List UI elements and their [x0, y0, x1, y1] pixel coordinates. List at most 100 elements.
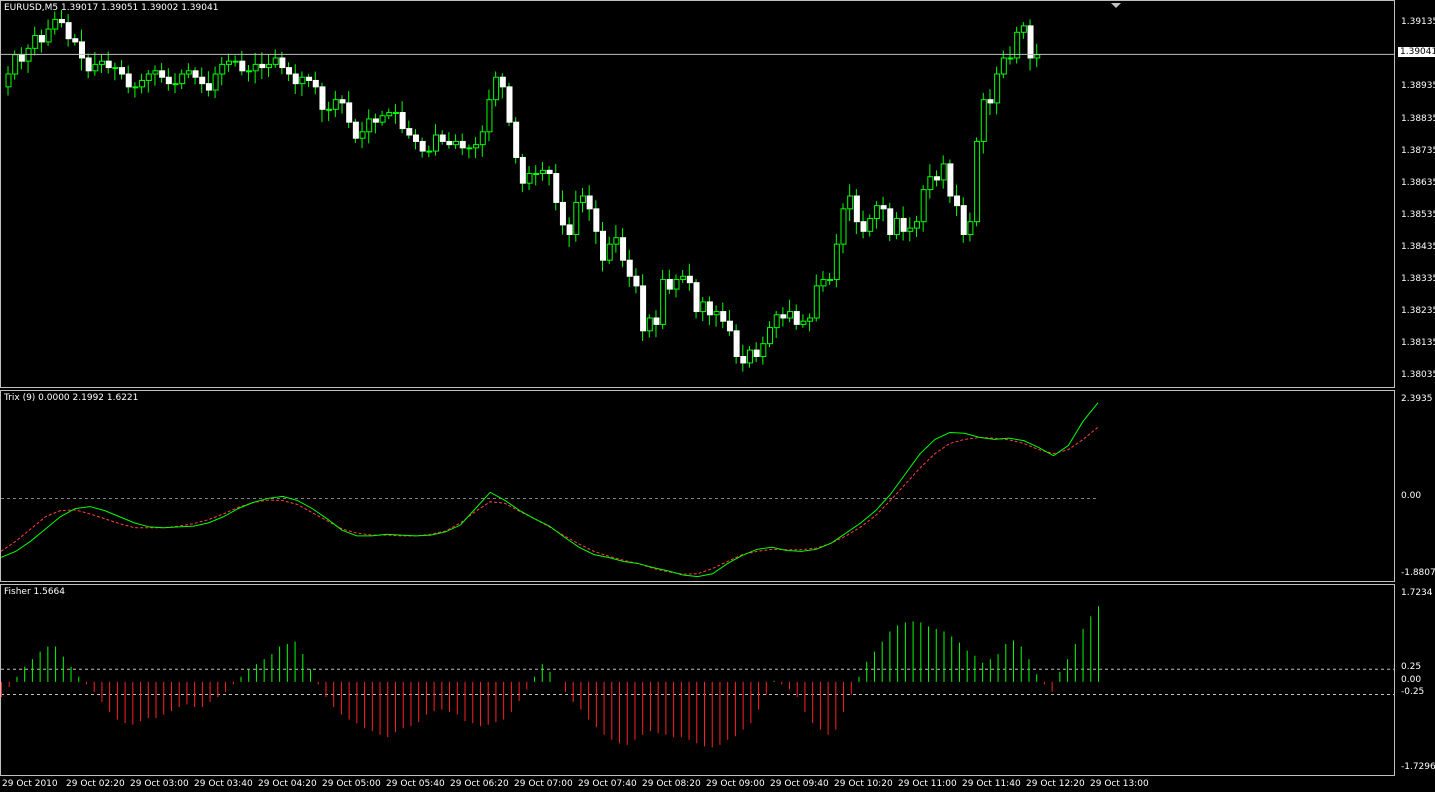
candle-body [960, 205, 967, 236]
candle-body [78, 41, 85, 59]
candle-body [286, 67, 293, 75]
candle-body [566, 224, 573, 236]
candle-body [847, 195, 854, 210]
fisher-indicator-pane[interactable]: Fisher 1.5664 [0, 584, 1395, 776]
candle-body [219, 63, 226, 75]
candle-body [1020, 25, 1027, 33]
candle-body [833, 243, 840, 280]
candle-body [279, 57, 286, 69]
candle-body [787, 311, 794, 319]
candlestick-chart [1, 3, 1394, 372]
candle-body [453, 140, 460, 146]
candle-body [980, 99, 987, 142]
candle-body [212, 73, 219, 91]
candle-body [319, 86, 326, 110]
candle-body [733, 330, 740, 358]
candle-body [693, 282, 700, 313]
fisher-scale[interactable]: 1.7234 0.25 0.00 -0.25 -1.7296 [1396, 584, 1435, 776]
candle-body [746, 349, 753, 364]
candle-body [399, 112, 406, 130]
candle-body [18, 54, 25, 62]
candle-body [780, 314, 787, 319]
candle-body [880, 205, 887, 210]
trix-signal-line [1, 426, 1099, 575]
candle-body [586, 195, 593, 210]
candle-body [493, 76, 500, 101]
fisher-tick-label: -0.25 [1401, 687, 1425, 698]
candle-body [873, 205, 880, 219]
trix-indicator-pane[interactable]: Trix (9) 0.0000 2.1992 1.6221 [0, 390, 1395, 582]
candle-body [12, 54, 19, 75]
candle-body [760, 343, 767, 358]
candle-body [379, 115, 386, 123]
price-tick-label: 1.39135 [1401, 17, 1435, 28]
candle-body [579, 195, 586, 203]
trix-tick-label: 2.3935 [1401, 394, 1433, 404]
candle-body [332, 99, 339, 110]
candle-body [252, 63, 259, 72]
time-axis-label: 29 Oct 10:20 [834, 779, 893, 789]
candle-body [225, 60, 232, 65]
candle-body [306, 76, 313, 81]
time-axis-label: 29 Oct 07:40 [578, 779, 637, 789]
candle-body [58, 18, 65, 24]
candle-body [165, 76, 172, 85]
candle-body [967, 221, 974, 236]
fisher-tick-label: 1.7234 [1401, 588, 1433, 598]
candle-body [519, 156, 526, 184]
time-axis-label: 29 Oct 07:00 [514, 779, 573, 789]
candle-body [934, 176, 941, 181]
candle-body [680, 275, 687, 280]
candle-body [426, 150, 433, 153]
candle-body [132, 86, 139, 89]
candle-body [840, 208, 847, 245]
candle-body [740, 356, 747, 364]
candle-body [660, 278, 667, 325]
candle-body [466, 147, 473, 150]
candle-body [52, 18, 59, 30]
time-axis-label: 29 Oct 13:00 [1090, 779, 1149, 789]
candle-body [392, 112, 399, 115]
candle-body [613, 237, 620, 245]
candle-body [433, 134, 440, 152]
candle-body [179, 73, 186, 85]
candle-body [546, 169, 553, 175]
chart-shift-marker [1111, 3, 1121, 8]
candle-body [85, 57, 92, 72]
candle-body [1027, 25, 1034, 59]
candle-body [767, 327, 774, 345]
price-tick-label: 1.38235 [1401, 306, 1435, 317]
candle-body [1034, 54, 1041, 59]
candle-body [593, 208, 600, 232]
candle-body [446, 140, 453, 146]
candle-body [312, 79, 319, 88]
price-chart-pane[interactable]: EURUSD,M5 1.39017 1.39051 1.39002 1.3904… [0, 0, 1395, 388]
candle-body [259, 63, 266, 69]
price-tick-label: 1.38335 [1401, 274, 1435, 285]
candle-body [473, 144, 480, 149]
candle-body [1007, 57, 1014, 60]
candle-body [753, 349, 760, 358]
candle-body [92, 63, 99, 72]
price-scale[interactable]: 1.39135 1.38935 1.38835 1.38735 1.38635 1.385… [1396, 0, 1435, 388]
trix-chart [1, 402, 1099, 578]
trix-scale[interactable]: 2.3935 0.00 -1.8807 [1396, 390, 1435, 582]
candle-body [366, 118, 373, 133]
candle-body [620, 237, 627, 261]
candle-body [346, 102, 353, 123]
candle-body [266, 63, 273, 69]
fisher-tick-label: -1.7296 [1401, 762, 1435, 772]
candle-body [5, 73, 12, 88]
candle-body [292, 73, 299, 85]
candle-body [125, 73, 132, 88]
candle-body [412, 134, 419, 142]
time-axis-label: 29 Oct 09:00 [706, 779, 765, 789]
price-tick-label: 1.38135 [1401, 338, 1435, 349]
price-tick-label: 1.38535 [1401, 209, 1435, 220]
time-axis-label: 29 Oct 03:00 [130, 779, 189, 789]
candle-body [726, 320, 733, 332]
time-axis: 29 Oct 2010 29 Oct 02:20 29 Oct 03:00 29 Oc… [0, 777, 1395, 792]
candle-body [927, 176, 934, 191]
candle-body [99, 60, 106, 65]
candle-body [299, 76, 306, 85]
